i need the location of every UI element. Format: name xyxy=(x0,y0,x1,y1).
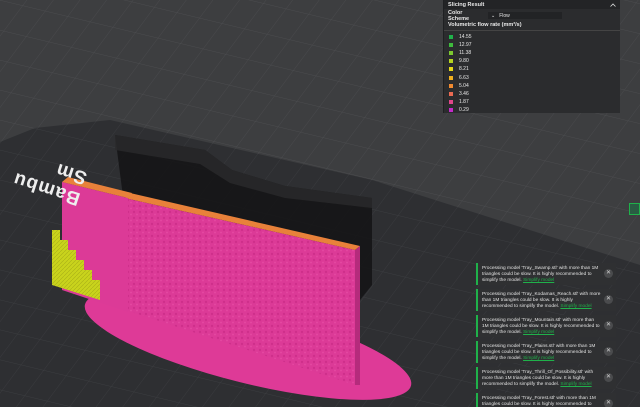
legend-value: 3.46 xyxy=(459,90,469,97)
model-wall-end xyxy=(355,246,360,385)
viewport-3d[interactable]: Bambu Sm Slicing Result Color Scheme ⌄ F… xyxy=(0,0,640,407)
slicing-result-panel: Slicing Result Color Scheme ⌄ Flow Volum… xyxy=(443,0,620,113)
legend-list: 14.55 12.97 11.38 9.80 8.21 6.63 5.04 3.46 1.87 0… xyxy=(444,33,620,114)
side-panel-toggle[interactable] xyxy=(629,203,640,215)
simplify-model-link[interactable]: Simplify model xyxy=(523,330,554,335)
notification-toast: Processing model 'Tray_Mountain.stl' wit… xyxy=(476,315,616,337)
notification-toast: Processing model 'Tray_Forest.stl' with … xyxy=(476,393,616,407)
legend-row: 9.80 xyxy=(444,57,620,65)
simplify-model-link[interactable]: Simplify model xyxy=(560,304,591,309)
legend-value: 1.87 xyxy=(459,98,469,105)
notification-text: Processing model 'Tray_Forest.stl' with … xyxy=(482,396,596,407)
legend-value: 8.21 xyxy=(459,66,469,73)
chevron-up-icon[interactable] xyxy=(610,2,616,8)
legend-swatch xyxy=(449,59,453,64)
legend-swatch xyxy=(449,43,453,48)
close-icon[interactable]: ✕ xyxy=(604,347,613,356)
simplify-model-link[interactable]: Simplify model xyxy=(523,278,554,283)
legend-row: 5.04 xyxy=(444,82,620,90)
notification-toast: Processing model 'Tray_Kodamas_Reach.stl… xyxy=(476,289,616,311)
legend-swatch xyxy=(449,35,453,40)
slicing-result-header: Slicing Result xyxy=(444,0,620,9)
legend-title: Volumetric flow rate (mm³/s) xyxy=(444,21,620,31)
notification-toast: Processing model 'Tray_Thrill_Of_Possibi… xyxy=(476,367,616,389)
legend-row: 8.21 xyxy=(444,65,620,73)
simplify-model-link[interactable]: Simplify model xyxy=(523,356,554,361)
color-scheme-value: Flow xyxy=(499,12,510,19)
notification-toast: Processing model 'Tray_Swamp.stl' with m… xyxy=(476,263,616,285)
legend-value: 6.63 xyxy=(459,74,469,81)
legend-swatch xyxy=(449,75,453,80)
legend-value: 11.38 xyxy=(459,50,472,57)
close-icon[interactable]: ✕ xyxy=(604,373,613,382)
color-scheme-dropdown[interactable]: ⌄ Flow xyxy=(488,12,562,19)
color-scheme-label: Color Scheme xyxy=(448,9,470,22)
close-icon[interactable]: ✕ xyxy=(604,269,613,278)
legend-swatch xyxy=(449,99,453,104)
legend-value: 12.97 xyxy=(459,42,472,49)
legend-swatch xyxy=(449,83,453,88)
close-icon[interactable]: ✕ xyxy=(604,321,613,330)
legend-row: 6.63 xyxy=(444,73,620,81)
legend-swatch xyxy=(449,67,453,72)
legend-row: 12.97 xyxy=(444,41,620,49)
close-icon[interactable]: ✕ xyxy=(604,399,613,407)
legend-row: 0.29 xyxy=(444,106,620,114)
legend-swatch xyxy=(449,107,453,112)
notification-toast: Processing model 'Tray_Plains.stl' with … xyxy=(476,341,616,363)
legend-value: 14.55 xyxy=(459,34,472,41)
close-icon[interactable]: ✕ xyxy=(604,295,613,304)
legend-value: 0.29 xyxy=(459,106,469,113)
legend-row: 1.87 xyxy=(444,98,620,106)
chevron-down-icon: ⌄ xyxy=(491,12,496,19)
legend-row: 3.46 xyxy=(444,90,620,98)
legend-value: 9.80 xyxy=(459,58,469,65)
slicing-result-title: Slicing Result xyxy=(448,1,485,8)
legend-swatch xyxy=(449,51,453,56)
legend-value: 5.04 xyxy=(459,82,469,89)
legend-row: 11.38 xyxy=(444,49,620,57)
simplify-model-link[interactable]: Simplify model xyxy=(560,382,591,387)
color-scheme-row: Color Scheme ⌄ Flow xyxy=(444,9,620,22)
legend-swatch xyxy=(449,91,453,96)
legend-row: 14.55 xyxy=(444,33,620,41)
